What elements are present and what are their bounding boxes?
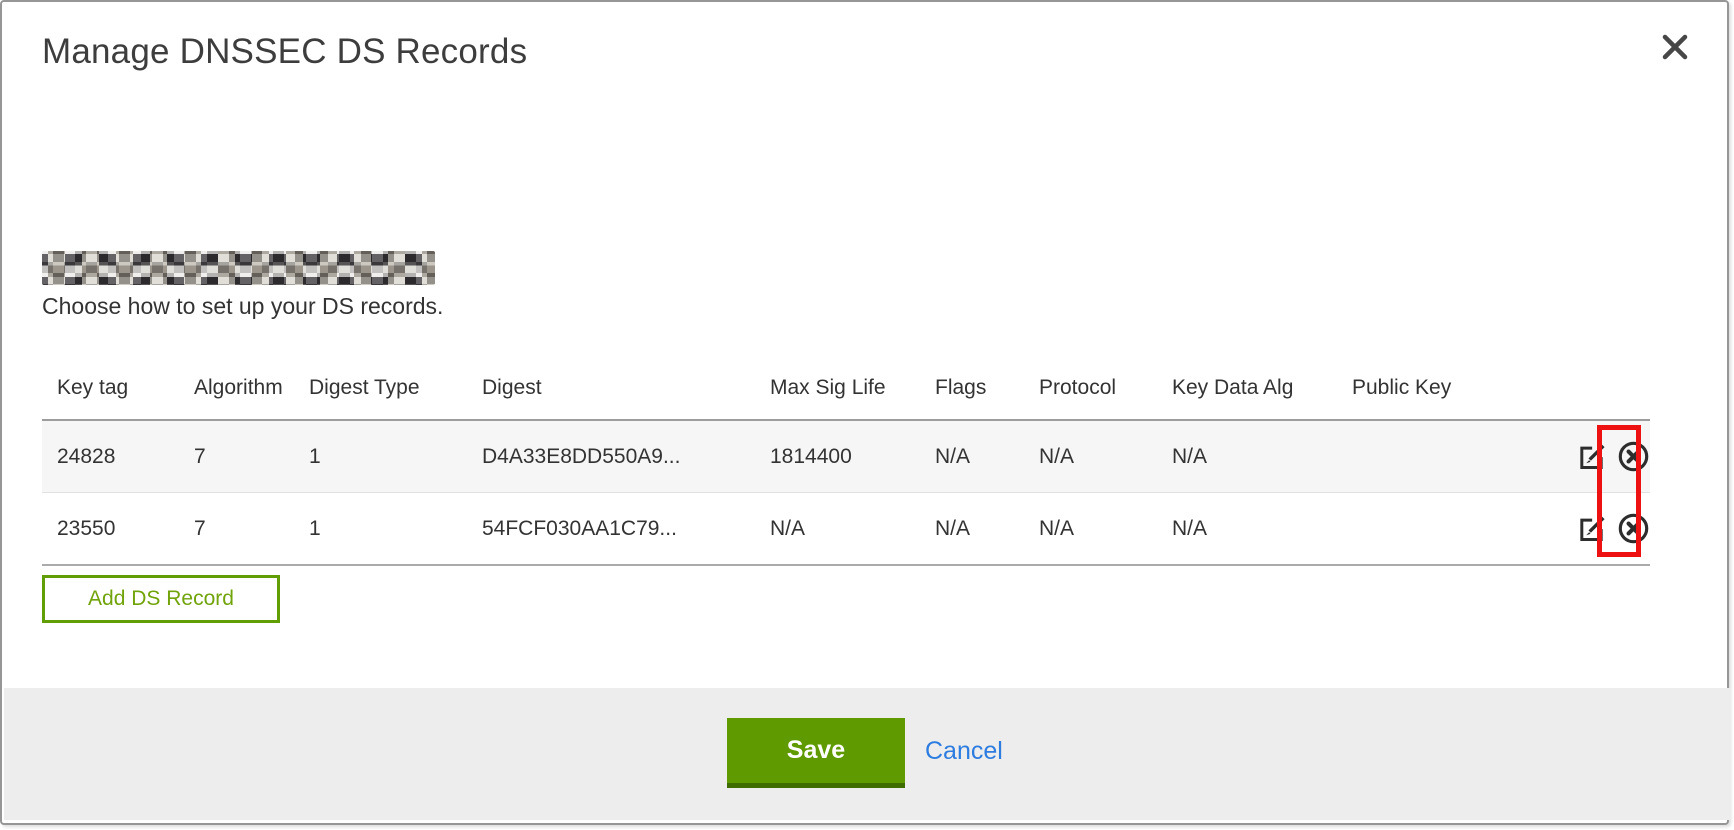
cell-actions bbox=[1522, 420, 1650, 493]
cell-algorithm: 7 bbox=[179, 493, 294, 566]
domain-name-redacted bbox=[42, 251, 435, 285]
page-title: Manage DNSSEC DS Records bbox=[42, 32, 527, 72]
save-button[interactable]: Save bbox=[727, 718, 905, 788]
col-header-max-sig-life: Max Sig Life bbox=[755, 357, 920, 420]
delete-icon bbox=[1617, 533, 1650, 548]
cell-digest-type: 1 bbox=[294, 493, 467, 566]
cell-digest-type: 1 bbox=[294, 420, 467, 493]
manage-dnssec-modal: Manage DNSSEC DS Records Choose how to s… bbox=[0, 0, 1729, 825]
table-row: 23550 7 1 54FCF030AA1C79... N/A N/A N/A … bbox=[42, 493, 1650, 566]
edit-record-button[interactable] bbox=[1576, 513, 1607, 544]
cell-protocol: N/A bbox=[1024, 493, 1157, 566]
col-header-key-data-alg: Key Data Alg bbox=[1157, 357, 1337, 420]
cell-public-key bbox=[1337, 493, 1522, 566]
col-header-actions bbox=[1522, 357, 1650, 420]
cell-key-data-alg: N/A bbox=[1157, 420, 1337, 493]
close-icon bbox=[1660, 50, 1690, 65]
cell-flags: N/A bbox=[920, 420, 1024, 493]
col-header-algorithm: Algorithm bbox=[179, 357, 294, 420]
cell-digest: D4A33E8DD550A9... bbox=[467, 420, 755, 493]
table-header-row: Key tag Algorithm Digest Type Digest Max… bbox=[42, 357, 1650, 420]
cell-max-sig-life: N/A bbox=[755, 493, 920, 566]
delete-icon bbox=[1617, 461, 1650, 476]
close-button[interactable] bbox=[1657, 30, 1693, 66]
col-header-digest-type: Digest Type bbox=[294, 357, 467, 420]
col-header-key-tag: Key tag bbox=[42, 357, 179, 420]
delete-record-button[interactable] bbox=[1617, 512, 1650, 545]
delete-record-button[interactable] bbox=[1617, 440, 1650, 473]
ds-records-table: Key tag Algorithm Digest Type Digest Max… bbox=[42, 357, 1650, 566]
cancel-link[interactable]: Cancel bbox=[925, 737, 1003, 766]
ds-records-table-wrap: Key tag Algorithm Digest Type Digest Max… bbox=[42, 357, 1650, 566]
cell-public-key bbox=[1337, 420, 1522, 493]
add-ds-record-button[interactable]: Add DS Record bbox=[42, 575, 280, 623]
col-header-public-key: Public Key bbox=[1337, 357, 1522, 420]
col-header-flags: Flags bbox=[920, 357, 1024, 420]
table-row: 24828 7 1 D4A33E8DD550A9... 1814400 N/A … bbox=[42, 420, 1650, 493]
cell-key-tag: 24828 bbox=[42, 420, 179, 493]
col-header-protocol: Protocol bbox=[1024, 357, 1157, 420]
cell-flags: N/A bbox=[920, 493, 1024, 566]
cell-key-data-alg: N/A bbox=[1157, 493, 1337, 566]
cell-max-sig-life: 1814400 bbox=[755, 420, 920, 493]
instruction-text: Choose how to set up your DS records. bbox=[42, 293, 443, 320]
cell-protocol: N/A bbox=[1024, 420, 1157, 493]
edit-icon bbox=[1576, 460, 1607, 475]
edit-icon bbox=[1576, 532, 1607, 547]
cell-algorithm: 7 bbox=[179, 420, 294, 493]
edit-record-button[interactable] bbox=[1576, 441, 1607, 472]
cell-digest: 54FCF030AA1C79... bbox=[467, 493, 755, 566]
cell-actions bbox=[1522, 493, 1650, 566]
cell-key-tag: 23550 bbox=[42, 493, 179, 566]
col-header-digest: Digest bbox=[467, 357, 755, 420]
modal-footer: Save Cancel bbox=[4, 688, 1731, 820]
